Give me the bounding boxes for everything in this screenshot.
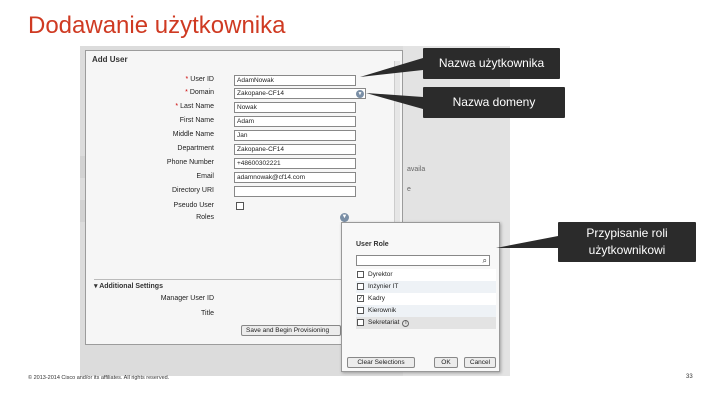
callout-role-line1: Przypisanie roli <box>586 226 668 240</box>
page-number: 33 <box>686 374 693 380</box>
callout-role-line2: użytkownikowi <box>588 243 666 257</box>
slide-footer: © 2013-2014 Cisco and/or its affiliates.… <box>28 375 170 381</box>
callout-arrow-role <box>496 236 558 248</box>
callout-user-name: Nazwa użytkownika <box>423 48 560 79</box>
callout-arrow-domain <box>366 93 423 109</box>
callout-arrow-user-name <box>360 58 423 77</box>
callout-role: Przypisanie roli użytkownikowi <box>558 222 696 262</box>
callout-arrows <box>360 58 558 248</box>
callout-domain-name: Nazwa domeny <box>423 87 565 118</box>
